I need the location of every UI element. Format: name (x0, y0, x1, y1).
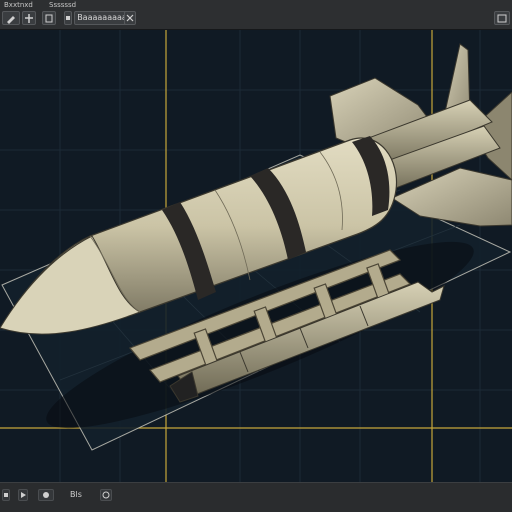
menu-item-file[interactable]: Bxxtnxd (4, 0, 33, 10)
settings-button[interactable] (100, 489, 112, 501)
scene-canvas (0, 30, 512, 482)
close-icon (126, 14, 134, 22)
select-icon (45, 14, 53, 23)
grid-icon (66, 16, 70, 20)
window-button[interactable] (494, 11, 510, 25)
window-icon (497, 14, 507, 23)
status-bar: Bls (0, 482, 512, 512)
pan-icon (25, 14, 33, 23)
record-icon (43, 492, 49, 498)
tab-close-button[interactable] (124, 11, 136, 25)
grid-tool-button[interactable] (64, 11, 72, 25)
pencil-tool-button[interactable] (2, 11, 20, 25)
status-text: Bls (70, 490, 82, 499)
viewport-3d[interactable] (0, 30, 512, 482)
menu-item-edit[interactable]: Ssssssd (49, 0, 76, 10)
settings-icon (102, 491, 110, 499)
layers-button[interactable] (2, 489, 10, 501)
status-row: Bls (0, 489, 512, 503)
select-tool-button[interactable] (42, 11, 56, 25)
top-toolbar: Bxxtnxd Ssssssd Baaaaaaaaa (0, 0, 512, 30)
layers-icon (4, 493, 8, 497)
pan-tool-button[interactable] (22, 11, 36, 25)
play-button[interactable] (18, 489, 28, 501)
pencil-icon (7, 16, 15, 24)
tab-main[interactable]: Baaaaaaaaa (74, 11, 130, 25)
play-icon (21, 492, 26, 498)
record-button[interactable] (38, 489, 54, 501)
